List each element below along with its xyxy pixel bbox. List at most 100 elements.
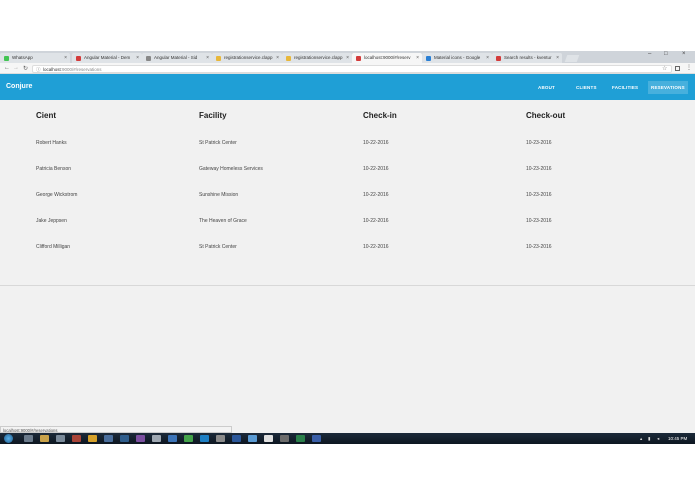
cell-facility: The Heaven of Grace xyxy=(199,218,247,224)
screen: WhatsApp × Angular Material - Dem × Angular … xyxy=(0,51,695,444)
taskbar-app-icon[interactable] xyxy=(184,435,193,442)
tray-arrow-icon[interactable]: ▴ xyxy=(640,436,642,442)
taskbar-app-icon[interactable] xyxy=(72,435,81,442)
taskbar-app-icon[interactable] xyxy=(296,435,305,442)
tab-close-icon[interactable]: × xyxy=(136,55,139,61)
cell-check-in: 10-22-2016 xyxy=(363,244,389,250)
new-tab-button[interactable] xyxy=(564,55,580,62)
url-host: localhost xyxy=(43,67,61,72)
favicon-icon xyxy=(4,56,9,61)
taskbar-app-icon[interactable] xyxy=(248,435,257,442)
browser-tab[interactable]: Search results - kventur × xyxy=(492,53,562,63)
tab-title: Angular Material - Dem xyxy=(84,55,131,60)
nav-facilities[interactable]: FACILITIES xyxy=(612,85,638,90)
cell-check-out: 10-23-2016 xyxy=(526,244,552,250)
minimize-icon[interactable]: – xyxy=(648,51,651,57)
cell-check-out: 10-23-2016 xyxy=(526,140,552,146)
browser-tab[interactable]: Angular Material - Sid × xyxy=(142,53,212,63)
browser-tab-strip: WhatsApp × Angular Material - Dem × Angular … xyxy=(0,51,695,63)
tab-title: Search results - kventur xyxy=(504,55,552,60)
forward-icon[interactable]: → xyxy=(13,65,19,71)
cell-check-out: 10-23-2016 xyxy=(526,166,552,172)
taskbar-app-icon[interactable] xyxy=(152,435,161,442)
cell-check-in: 10-22-2016 xyxy=(363,192,389,198)
nav-reservations[interactable]: RESEVATIONS xyxy=(648,81,688,94)
taskbar-app-icon[interactable] xyxy=(216,435,225,442)
start-button[interactable] xyxy=(4,434,13,443)
cell-client: Patricia Benson xyxy=(36,166,72,172)
tab-title: Angular Material - Sid xyxy=(154,55,198,60)
tab-title: registrationservice.clapp xyxy=(294,55,343,60)
tab-close-icon[interactable]: × xyxy=(346,55,349,61)
cell-facility: Gateway Homeless Services xyxy=(199,166,263,172)
favicon-icon xyxy=(76,56,81,61)
taskbar: ▴ ▮ ◂ 10:45 PM xyxy=(0,433,695,444)
url-path: :9000/#/reservations xyxy=(60,67,102,72)
extension-icon[interactable] xyxy=(675,66,680,71)
tab-close-icon[interactable]: × xyxy=(64,55,67,61)
cell-facility: St Patrick Center xyxy=(199,244,237,250)
taskbar-clock[interactable]: 10:45 PM xyxy=(668,436,687,441)
cell-client: George Wickstrom xyxy=(36,192,78,198)
bookmark-star-icon[interactable]: ☆ xyxy=(662,65,667,72)
cell-check-in: 10-22-2016 xyxy=(363,140,389,146)
cell-facility: Sunshine Mission xyxy=(199,192,239,198)
column-header-facility: Facility xyxy=(199,111,227,120)
app-toolbar: Conjure ABOUT CLIENTS FACILITIES RESEVAT… xyxy=(0,74,695,100)
favicon-icon xyxy=(356,56,361,61)
address-bar: ← → ↻ ⓘ localhost:9000/#/reservations ☆ … xyxy=(0,63,695,74)
taskbar-app-icon[interactable] xyxy=(56,435,65,442)
taskbar-app-icon[interactable] xyxy=(168,435,177,442)
back-icon[interactable]: ← xyxy=(4,65,10,71)
tab-close-icon[interactable]: × xyxy=(556,55,559,61)
page-info-icon[interactable]: ⓘ xyxy=(36,67,41,73)
taskbar-app-icon[interactable] xyxy=(312,435,321,442)
tab-close-icon[interactable]: × xyxy=(276,55,279,61)
browser-menu-icon[interactable]: ⋮ xyxy=(686,64,692,71)
column-header-check-out: Check-out xyxy=(526,111,566,120)
reload-icon[interactable]: ↻ xyxy=(23,65,28,72)
taskbar-app-icon[interactable] xyxy=(280,435,289,442)
favicon-icon xyxy=(426,56,431,61)
nav-clients[interactable]: CLIENTS xyxy=(576,85,597,90)
taskbar-app-icon[interactable] xyxy=(136,435,145,442)
column-header-check-in: Check-in xyxy=(363,111,397,120)
cell-client: Jake Jeppsen xyxy=(36,218,67,224)
taskbar-app-icon[interactable] xyxy=(40,435,49,442)
tab-title: localhost:9000/#/reserv xyxy=(364,55,411,60)
taskbar-app-icon[interactable] xyxy=(264,435,273,442)
network-icon[interactable]: ▮ xyxy=(648,436,650,442)
url-input[interactable]: ⓘ localhost:9000/#/reservations xyxy=(32,64,672,73)
window-close-icon[interactable]: × xyxy=(682,51,686,57)
app-brand[interactable]: Conjure xyxy=(6,83,32,90)
browser-tab[interactable]: WhatsApp × xyxy=(0,53,70,63)
cell-check-in: 10-22-2016 xyxy=(363,218,389,224)
cell-facility: St Patrick Center xyxy=(199,140,237,146)
favicon-icon xyxy=(216,56,221,61)
tab-close-icon[interactable]: × xyxy=(206,55,209,61)
cell-client: Clifford Milligan xyxy=(36,244,71,250)
taskbar-app-icon[interactable] xyxy=(24,435,33,442)
browser-tab[interactable]: localhost:9000/#/reserv × xyxy=(352,53,422,63)
browser-tab[interactable]: registrationservice.clapp × xyxy=(282,53,352,63)
column-header-client: Cient xyxy=(36,111,56,120)
cell-check-out: 10-23-2016 xyxy=(526,218,552,224)
taskbar-app-icon[interactable] xyxy=(120,435,129,442)
taskbar-app-icon[interactable] xyxy=(232,435,241,442)
browser-tab[interactable]: Material icons - Google × xyxy=(422,53,492,63)
maximize-icon[interactable]: □ xyxy=(664,51,668,57)
tab-close-icon[interactable]: × xyxy=(416,55,419,61)
cell-client: Robert Hanks xyxy=(36,140,67,146)
browser-tab[interactable]: Angular Material - Dem × xyxy=(72,53,142,63)
tab-close-icon[interactable]: × xyxy=(486,55,489,61)
taskbar-app-icon[interactable] xyxy=(88,435,97,442)
taskbar-app-icon[interactable] xyxy=(104,435,113,442)
reservations-table: Cient Facility Check-in Check-out Robert… xyxy=(0,100,695,286)
cell-check-in: 10-22-2016 xyxy=(363,166,389,172)
favicon-icon xyxy=(286,56,291,61)
browser-tab[interactable]: registrationservice.clapp × xyxy=(212,53,282,63)
taskbar-app-icon[interactable] xyxy=(200,435,209,442)
cell-check-out: 10-23-2016 xyxy=(526,192,552,198)
nav-about[interactable]: ABOUT xyxy=(538,85,555,90)
volume-icon[interactable]: ◂ xyxy=(657,436,659,442)
